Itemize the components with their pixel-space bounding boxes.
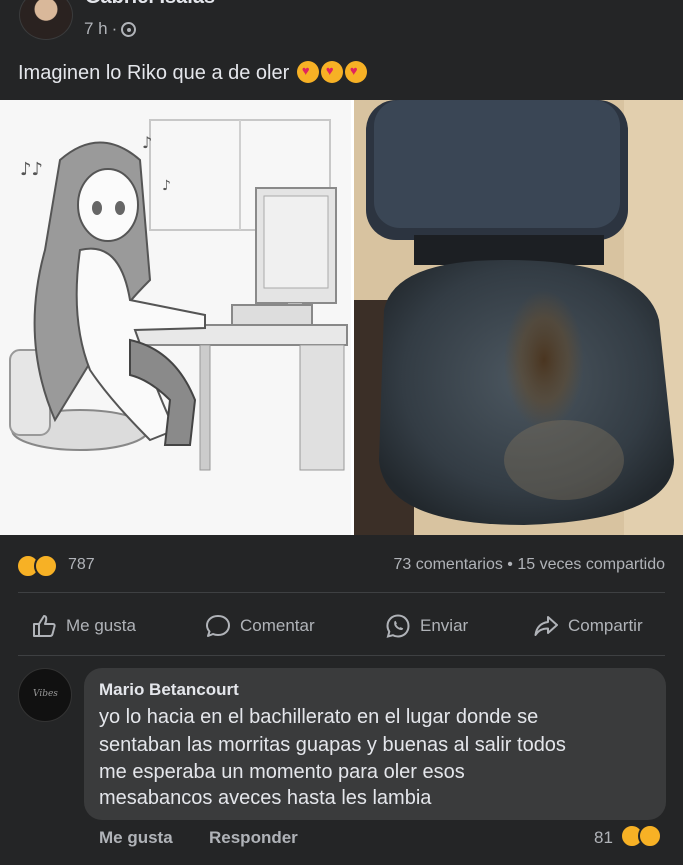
comment-line: mesabancos aveces hasta les lambia <box>99 787 432 809</box>
post-time[interactable]: 7 h <box>84 19 108 39</box>
post-media[interactable]: ♪♪ ♪ ♪ <box>0 100 683 535</box>
globe-icon <box>121 21 137 37</box>
meta-separator: · <box>111 19 118 38</box>
comment-reply-button[interactable]: Responder <box>209 828 298 848</box>
comment-button[interactable]: Comentar <box>204 612 315 640</box>
comment-author[interactable]: Mario Betancourt <box>99 680 239 700</box>
comment-reaction-icons[interactable] <box>620 824 662 848</box>
divider <box>18 655 665 656</box>
share-button[interactable]: Compartir <box>532 612 643 640</box>
post-stats: 787 73 comentarios • 15 veces compartido <box>0 548 683 584</box>
comment-like-button[interactable]: Me gusta <box>99 828 173 848</box>
like-button[interactable]: Me gusta <box>30 612 136 640</box>
smiling-face-with-hearts-icon <box>296 61 319 83</box>
office-chair-photo[interactable] <box>354 100 683 535</box>
stats-dot: • <box>507 556 513 573</box>
post-header: Gabriel Isaías 7 h · Imaginen lo Riko qu… <box>0 0 683 100</box>
share-label: Compartir <box>568 616 643 635</box>
commenter-avatar[interactable]: Vibes <box>18 668 72 722</box>
whatsapp-icon <box>386 614 410 638</box>
comment-bubble: Mario Betancourt yo lo hacia en el bachi… <box>84 668 666 820</box>
comment-reaction-count[interactable]: 81 <box>594 828 613 848</box>
thumbs-up-icon <box>33 615 56 637</box>
svg-text:♪♪: ♪♪ <box>20 159 43 180</box>
comments-shares: 73 comentarios • 15 veces compartido <box>393 556 665 574</box>
send-button[interactable]: Enviar <box>384 612 468 640</box>
divider <box>18 592 665 593</box>
office-chair-drawing <box>354 100 683 535</box>
post-action-bar: Me gusta Comentar Enviar Compartir <box>0 604 683 648</box>
anime-illustration-drawing: ♪♪ ♪ ♪ <box>0 100 351 535</box>
share-arrow-icon <box>534 616 558 636</box>
anime-illustration-image[interactable]: ♪♪ ♪ ♪ <box>0 100 351 535</box>
avatar-text: Vibes <box>33 689 58 699</box>
like-label: Me gusta <box>66 616 136 635</box>
reaction-count[interactable]: 787 <box>68 556 95 574</box>
comment-line: yo lo hacia en el bachillerato en el lug… <box>99 706 539 728</box>
author-avatar[interactable] <box>19 0 73 40</box>
comment-line: sentaban las morritas guapas y buenas al… <box>99 734 566 756</box>
smiling-face-with-hearts-icon <box>320 61 343 83</box>
reaction-icons[interactable] <box>16 554 58 578</box>
comment-label: Comentar <box>240 616 315 635</box>
comment-line: me esperaba un momento para oler esos <box>99 761 465 783</box>
shares-count[interactable]: 15 veces compartido <box>517 556 665 573</box>
speech-bubble-icon <box>206 615 230 637</box>
smiling-face-with-hearts-icon <box>344 61 367 83</box>
sad-icon <box>34 554 58 578</box>
post-meta: 7 h · <box>84 19 137 39</box>
post-author[interactable]: Gabriel Isaías <box>85 0 215 9</box>
post-text-content: Imaginen lo Riko que a de oler <box>18 62 290 84</box>
send-label: Enviar <box>420 616 469 635</box>
svg-text:♪: ♪ <box>142 133 152 152</box>
comments-count[interactable]: 73 comentarios <box>393 556 502 573</box>
sad-icon <box>638 824 662 848</box>
svg-text:♪: ♪ <box>162 178 171 194</box>
post-text: Imaginen lo Riko que a de oler <box>18 61 367 85</box>
